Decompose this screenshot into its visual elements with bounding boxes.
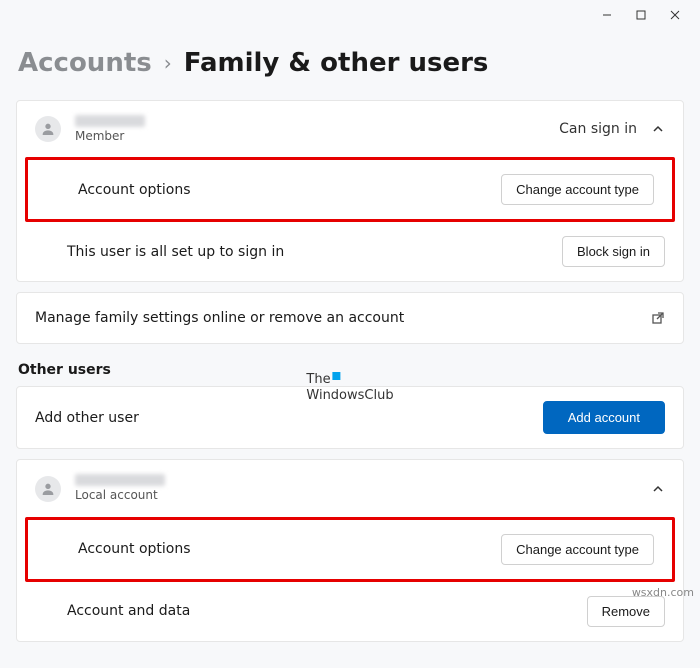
add-other-user-text: Add other user	[35, 410, 139, 426]
highlight-account-options-family: Account options Change account type	[25, 157, 675, 222]
minimize-button[interactable]	[600, 8, 614, 22]
remove-account-button[interactable]: Remove	[587, 596, 665, 627]
signin-status: Can sign in	[559, 121, 637, 137]
avatar	[35, 116, 61, 142]
highlight-account-options-local: Account options Change account type	[25, 517, 675, 582]
chevron-up-icon	[651, 122, 665, 136]
chevron-up-icon	[651, 482, 665, 496]
breadcrumb: Accounts › Family & other users	[18, 48, 684, 78]
family-user-header[interactable]: Member Can sign in	[17, 101, 683, 157]
account-options-label: Account options	[78, 182, 191, 198]
user-name-redacted	[75, 115, 145, 127]
block-signin-button[interactable]: Block sign in	[562, 236, 665, 267]
change-account-type-button[interactable]: Change account type	[501, 174, 654, 205]
open-external-icon	[651, 311, 665, 325]
page-title: Family & other users	[184, 48, 489, 78]
signin-setup-row: This user is all set up to sign in Block…	[17, 222, 683, 281]
manage-family-text: Manage family settings online or remove …	[35, 310, 404, 326]
chevron-right-icon: ›	[164, 51, 172, 75]
breadcrumb-parent[interactable]: Accounts	[18, 48, 152, 78]
account-options-label: Account options	[78, 541, 191, 557]
avatar	[35, 476, 61, 502]
account-data-label: Account and data	[67, 603, 190, 619]
local-user-header[interactable]: Local account	[17, 460, 683, 516]
footer-watermark: wsxdn.com	[632, 586, 694, 599]
family-user-card: Member Can sign in Account options Chang…	[16, 100, 684, 282]
user-name-redacted	[75, 474, 165, 486]
signin-setup-text: This user is all set up to sign in	[67, 244, 284, 260]
manage-family-card[interactable]: Manage family settings online or remove …	[16, 292, 684, 344]
user-role: Local account	[75, 488, 165, 502]
titlebar	[0, 0, 700, 30]
maximize-button[interactable]	[634, 8, 648, 22]
user-role: Member	[75, 129, 145, 143]
change-account-type-button[interactable]: Change account type	[501, 534, 654, 565]
add-other-user-card: Add other user Add account	[16, 386, 684, 449]
account-options-row: Account options Change account type	[28, 160, 672, 219]
close-button[interactable]	[668, 8, 682, 22]
account-options-row: Account options Change account type	[28, 520, 672, 579]
account-data-row: Account and data Remove	[17, 582, 683, 641]
other-users-heading: Other users	[18, 362, 684, 378]
add-account-button[interactable]: Add account	[543, 401, 665, 434]
local-user-card: Local account Account options Change acc…	[16, 459, 684, 641]
